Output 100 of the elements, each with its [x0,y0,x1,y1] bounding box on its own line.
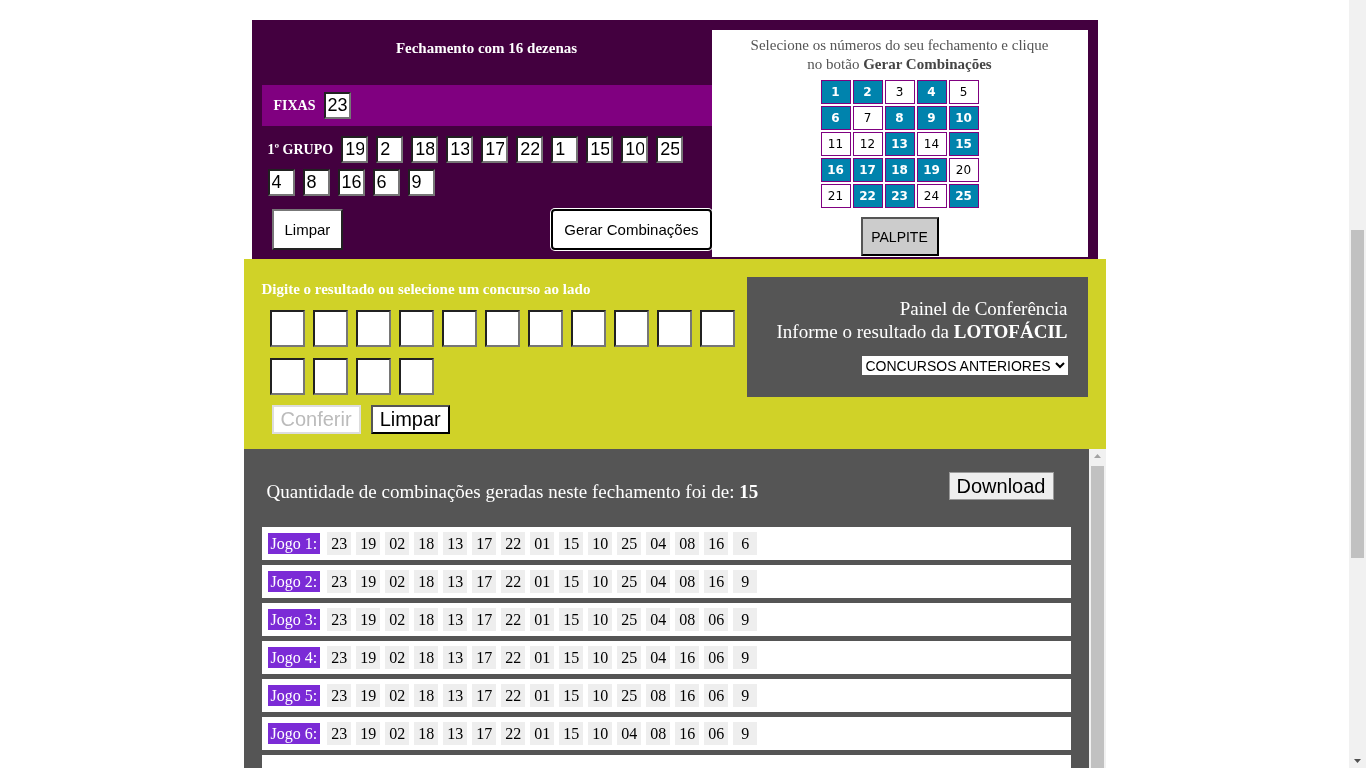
result-input[interactable] [355,358,391,395]
number-tile[interactable]: 12 [852,132,883,156]
number-input[interactable]: 8 [302,169,330,196]
result-input[interactable] [527,310,563,347]
number-input[interactable]: 6 [372,169,400,196]
number-tile[interactable]: 14 [916,132,947,156]
result-input[interactable] [656,310,692,347]
generate-button[interactable]: Gerar Combinações [551,209,712,250]
number-input[interactable]: 23 [323,92,351,119]
game-number: 15 [559,608,584,631]
number-tile[interactable]: 10 [948,106,979,130]
number-tile[interactable]: 4 [916,80,947,104]
contest-dropdown[interactable]: CONCURSOS ANTERIORES [861,356,1068,375]
number-tile[interactable]: 7 [852,106,883,130]
game-number: 18 [414,646,439,669]
number-tile[interactable]: 16 [820,158,851,182]
game-number: 18 [414,608,439,631]
scrollbar[interactable] [1088,449,1106,768]
number-input[interactable]: 15 [586,136,614,163]
number-input[interactable]: 1 [551,136,579,163]
prompt-text: Digite o resultado ou selecione um concurso ao lado [261,281,592,298]
game-number: 13 [443,646,468,669]
game-number: 23 [327,684,352,707]
game-number: 9 [733,646,758,669]
fixed-label: FIXAS [273,97,316,114]
number-tile[interactable]: 1 [820,80,851,104]
result-input[interactable] [570,310,606,347]
game-number: 18 [414,684,439,707]
game-number: 23 [327,722,352,745]
game-number: 10 [588,608,613,631]
result-input[interactable] [312,358,348,395]
number-tile[interactable]: 18 [884,158,915,182]
number-tile[interactable]: 17 [852,158,883,182]
number-tile[interactable]: 8 [884,106,915,130]
number-input[interactable]: 19 [341,136,369,163]
number-tile[interactable]: 5 [948,80,979,104]
game-number: 9 [733,570,758,593]
result-input[interactable] [398,310,434,347]
number-input[interactable]: 22 [516,136,544,163]
number-input[interactable]: 18 [411,136,439,163]
game-number: 13 [443,722,468,745]
result-input[interactable] [312,310,348,347]
number-input[interactable]: 25 [656,136,684,163]
game-number: 9 [733,722,758,745]
game-number: 18 [414,722,439,745]
result-input[interactable] [699,310,735,347]
number-tile[interactable]: 19 [916,158,947,182]
game-number: 10 [588,684,613,707]
game-number: 06 [704,684,729,707]
clear-button[interactable]: Limpar [271,209,344,250]
result-input[interactable] [613,310,649,347]
game-number: 19 [356,722,381,745]
game-number: 02 [385,722,410,745]
game-number: 04 [646,646,671,669]
result-input[interactable] [269,310,305,347]
instructions-text: Selecione os números do seu fechamento e clique no botão Gerar Combinações [749,36,1050,74]
result-input[interactable] [398,358,434,395]
game-number: 23 [327,646,352,669]
guess-button[interactable]: PALPITE [860,217,939,256]
number-input[interactable]: 13 [446,136,474,163]
game-number: 13 [443,570,468,593]
number-input[interactable]: 16 [337,169,365,196]
number-tile[interactable]: 21 [820,184,851,208]
number-tile[interactable]: 3 [884,80,915,104]
result-input[interactable] [355,310,391,347]
game-number: 19 [356,608,381,631]
clear-button[interactable]: Limpar [370,405,450,434]
number-tile[interactable]: 24 [916,184,947,208]
game-label: Jogo 2: [267,571,321,592]
number-tile[interactable]: 9 [916,106,947,130]
game-number: 25 [617,646,642,669]
game-number: 25 [617,684,642,707]
number-tile[interactable]: 15 [948,132,979,156]
number-tile[interactable]: 25 [948,184,979,208]
game-number: 17 [472,608,497,631]
download-button[interactable]: Download [948,472,1054,500]
game-number: 19 [356,684,381,707]
number-tile[interactable]: 2 [852,80,883,104]
number-input[interactable]: 2 [376,136,404,163]
game-number: 22 [501,570,526,593]
game-number: 16 [675,646,700,669]
game-number: 16 [704,570,729,593]
result-input[interactable] [441,310,477,347]
number-input[interactable]: 4 [267,169,295,196]
number-tile[interactable]: 13 [884,132,915,156]
game-number: 22 [501,532,526,555]
result-input[interactable] [269,358,305,395]
game-number: 6 [733,532,758,555]
number-tile[interactable]: 23 [884,184,915,208]
number-input[interactable]: 9 [407,169,435,196]
number-tile[interactable]: 6 [820,106,851,130]
number-input[interactable]: 17 [481,136,509,163]
number-tile[interactable]: 11 [820,132,851,156]
result-input[interactable] [484,310,520,347]
game-number: 16 [675,684,700,707]
number-tile[interactable]: 20 [948,158,979,182]
number-tile[interactable]: 22 [852,184,883,208]
game-number: 23 [327,608,352,631]
game-number: 17 [472,722,497,745]
number-input[interactable]: 10 [621,136,649,163]
